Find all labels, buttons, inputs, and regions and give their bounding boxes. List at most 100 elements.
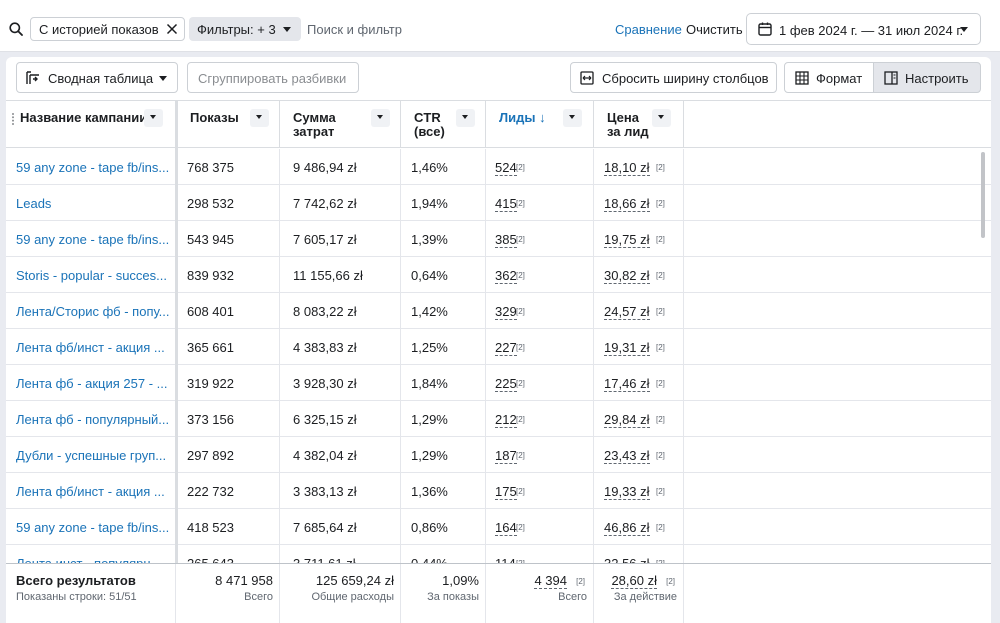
- pivot-table-label: Сводная таблица: [48, 71, 154, 86]
- column-header-spend[interactable]: Сумма затрат: [280, 101, 401, 148]
- totals-label: Всего результатов: [16, 573, 136, 588]
- pivot-table-button[interactable]: Сводная таблица: [16, 62, 178, 93]
- campaign-name-value[interactable]: Лента фб/инст - акция ...: [16, 340, 165, 355]
- group-breakdowns-button[interactable]: Сгруппировать разбивки: [187, 62, 359, 93]
- chevron-down-icon: [462, 115, 468, 119]
- column-header-leads[interactable]: Лиды ↓: [486, 101, 594, 148]
- ctr-value: 0,86%: [411, 520, 448, 535]
- cost-per-lead-value[interactable]: 19,33 zł: [604, 484, 650, 500]
- spend-cell: 3 928,30 zł: [280, 365, 401, 401]
- totals-spend-sub: Общие расходы: [311, 591, 394, 603]
- campaign-name-value[interactable]: 59 any zone - tape fb/ins...: [16, 520, 169, 535]
- campaign-name-value[interactable]: Лента фб - акция 257 - ...: [16, 376, 168, 391]
- date-range-label: 1 фев 2024 г. — 31 июл 2024 г.: [779, 23, 964, 38]
- leads-value[interactable]: 329: [495, 304, 517, 320]
- customize-button[interactable]: Настроить: [873, 62, 981, 93]
- campaign-name-value[interactable]: Лента/Сторис фб - попу...: [16, 304, 170, 319]
- group-breakdowns-label: Сгруппировать разбивки: [198, 71, 347, 86]
- spend-cell: 7 742,62 zł: [280, 185, 401, 221]
- campaign-name-value[interactable]: Storis - popular - succes...: [16, 268, 167, 283]
- history-filter-chip[interactable]: С историей показов: [30, 17, 185, 41]
- footnote-mark: [2]: [516, 235, 525, 244]
- campaign-name-value[interactable]: 59 any zone - tape fb/ins...: [16, 232, 169, 247]
- ctr-cell: 1,25%: [401, 329, 486, 365]
- totals-cost-per-lead[interactable]: 28,60 zł: [611, 573, 657, 589]
- ctr-value: 1,84%: [411, 376, 448, 391]
- campaign-name-value[interactable]: Leads: [16, 196, 51, 211]
- totals-spend: 125 659,24 zł: [315, 573, 394, 588]
- column-menu-button[interactable]: [371, 109, 390, 127]
- spend-value: 4 382,04 zł: [293, 448, 357, 463]
- table-row[interactable]: Лента фб/инст - акция ... 222 732 3 383,13…: [6, 473, 991, 509]
- cost-per-lead-value[interactable]: 19,31 zł: [604, 340, 650, 356]
- ctr-cell: 0,86%: [401, 509, 486, 545]
- leads-value[interactable]: 212: [495, 412, 517, 428]
- column-header-ctr[interactable]: CTR (все): [401, 101, 486, 148]
- table-row[interactable]: Leads 298 532 7 742,62 zł 1,94% 415 [2] 18,66 …: [6, 185, 991, 221]
- column-header-campaign[interactable]: Название кампании: [6, 101, 176, 148]
- column-menu-button[interactable]: [250, 109, 269, 127]
- frozen-column-divider[interactable]: [175, 101, 178, 623]
- history-filter-label: С историей показов: [39, 21, 159, 37]
- reset-column-width-button[interactable]: Сбросить ширину столбцов: [570, 62, 777, 93]
- leads-cell: 362 [2]: [486, 257, 594, 293]
- table-row[interactable]: 59 any zone - tape fb/ins... 768 375 9 486…: [6, 149, 991, 185]
- leads-value[interactable]: 385: [495, 232, 517, 248]
- cost-per-lead-value[interactable]: 24,57 zł: [604, 304, 650, 320]
- chevron-down-icon: [569, 115, 575, 119]
- totals-leads-cell: 4 394 [2] Всего: [486, 564, 594, 623]
- totals-leads[interactable]: 4 394: [534, 573, 567, 589]
- column-header-cost-per-lead[interactable]: Цена за лид: [594, 101, 684, 148]
- close-icon[interactable]: [166, 23, 178, 35]
- leads-value[interactable]: 187: [495, 448, 517, 464]
- campaign-name-value[interactable]: Лента фб - популярный...: [16, 412, 169, 427]
- clear-link[interactable]: Очистить: [686, 22, 743, 37]
- column-menu-button[interactable]: [563, 109, 582, 127]
- table-row[interactable]: Лента фб/инст - акция ... 365 661 4 383,83…: [6, 329, 991, 365]
- footnote-mark: [2]: [656, 343, 665, 352]
- campaign-name-value[interactable]: Лента фб/инст - акция ...: [16, 484, 165, 499]
- footnote-mark: [2]: [516, 379, 525, 388]
- format-button[interactable]: Формат: [784, 62, 874, 93]
- leads-cell: 175 [2]: [486, 473, 594, 509]
- cost-per-lead-value[interactable]: 19,75 zł: [604, 232, 650, 248]
- column-menu-button[interactable]: [144, 109, 163, 127]
- column-header-label: CTR (все): [414, 111, 445, 139]
- search-icon[interactable]: [9, 22, 23, 36]
- leads-value[interactable]: 227: [495, 340, 517, 356]
- cost-per-lead-value[interactable]: 30,82 zł: [604, 268, 650, 284]
- cost-per-lead-value[interactable]: 18,10 zł: [604, 160, 650, 176]
- report-panel: Сводная таблица Сгруппировать разбивки С…: [6, 57, 991, 623]
- leads-value[interactable]: 524: [495, 160, 517, 176]
- drag-handle-icon[interactable]: [12, 113, 14, 125]
- campaign-name-value[interactable]: Дубли - успешные груп...: [16, 448, 166, 463]
- date-range-picker[interactable]: 1 фев 2024 г. — 31 июл 2024 г.: [746, 13, 981, 45]
- leads-value[interactable]: 362: [495, 268, 517, 284]
- leads-value[interactable]: 164: [495, 520, 517, 536]
- table-row[interactable]: Дубли - успешные груп... 297 892 4 382,04 …: [6, 437, 991, 473]
- table-row[interactable]: Лента фб - акция 257 - ... 319 922 3 928,3…: [6, 365, 991, 401]
- campaign-name-value[interactable]: 59 any zone - tape fb/ins...: [16, 160, 169, 175]
- cost-per-lead-value[interactable]: 46,86 zł: [604, 520, 650, 536]
- table-row[interactable]: 59 any zone - tape fb/ins... 418 523 7 685…: [6, 509, 991, 545]
- ctr-value: 1,42%: [411, 304, 448, 319]
- cost-per-lead-value[interactable]: 23,43 zł: [604, 448, 650, 464]
- search-input[interactable]: [307, 17, 597, 41]
- column-menu-button[interactable]: [652, 109, 671, 127]
- column-menu-button[interactable]: [456, 109, 475, 127]
- leads-value[interactable]: 415: [495, 196, 517, 212]
- cost-per-lead-value[interactable]: 18,66 zł: [604, 196, 650, 212]
- cost-per-lead-value[interactable]: 17,46 zł: [604, 376, 650, 392]
- column-header-impressions[interactable]: Показы: [178, 101, 280, 148]
- table-row[interactable]: Storis - popular - succes... 839 932 11 15…: [6, 257, 991, 293]
- cost-per-lead-value[interactable]: 29,84 zł: [604, 412, 650, 428]
- vertical-scrollbar[interactable]: [981, 152, 985, 238]
- filters-chip[interactable]: Фильтры: + 3: [189, 17, 301, 41]
- table-row[interactable]: 59 any zone - tape fb/ins... 543 945 7 605…: [6, 221, 991, 257]
- ctr-cell: 1,84%: [401, 365, 486, 401]
- compare-link[interactable]: Сравнение: [615, 22, 682, 37]
- table-row[interactable]: Лента/Сторис фб - попу... 608 401 8 083,22…: [6, 293, 991, 329]
- leads-value[interactable]: 175: [495, 484, 517, 500]
- table-row[interactable]: Лента фб - популярный... 373 156 6 325,15 …: [6, 401, 991, 437]
- leads-value[interactable]: 225: [495, 376, 517, 392]
